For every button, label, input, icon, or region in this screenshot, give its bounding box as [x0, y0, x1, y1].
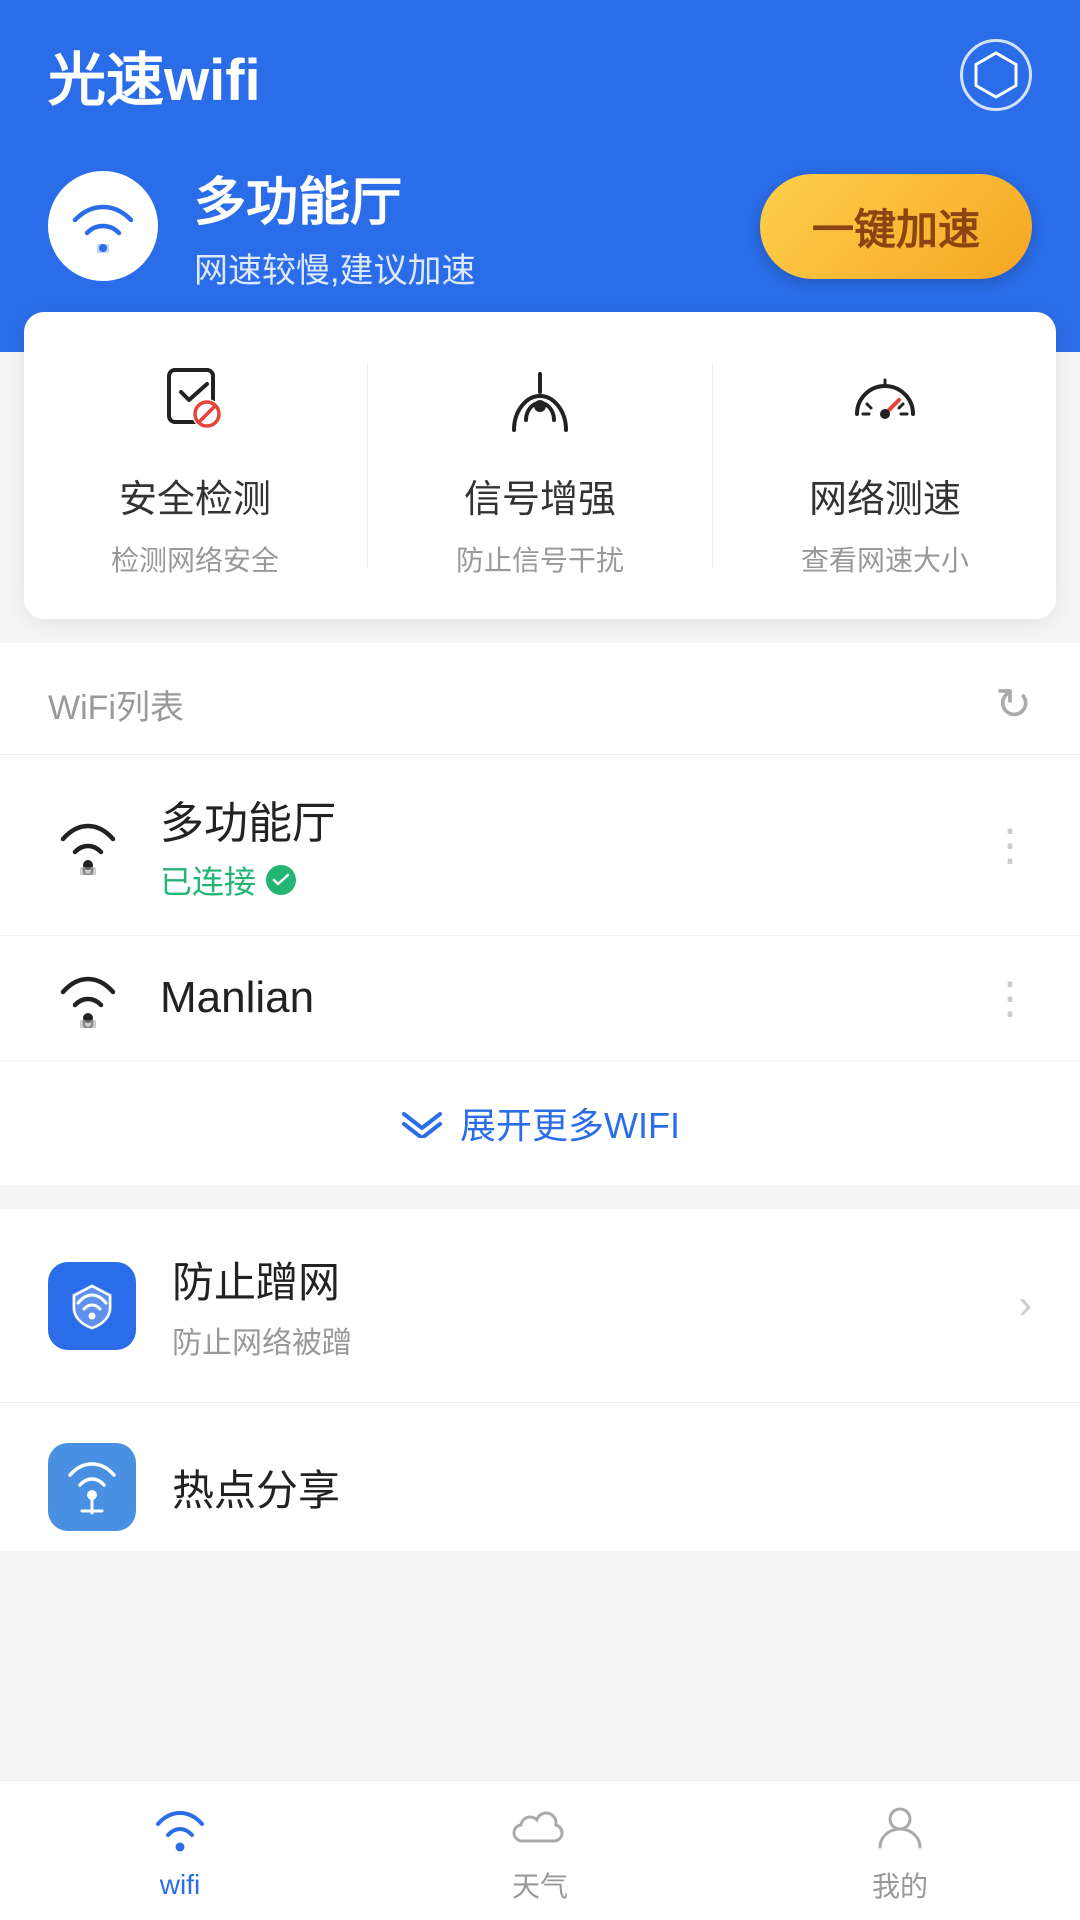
tool-security[interactable]: 安全检测 检测网络安全: [65, 352, 325, 579]
hotspot-icon: [48, 1443, 136, 1531]
nav-wifi[interactable]: wifi: [30, 1801, 330, 1901]
feature-hotspot[interactable]: 热点分享: [0, 1403, 1080, 1551]
tool-signal[interactable]: 信号增强 防止信号干扰: [410, 352, 670, 579]
wifi-item-0-more[interactable]: ⋮: [988, 820, 1032, 871]
wifi-list-header: WiFi列表 ↻: [0, 643, 1080, 754]
anti-leech-title: 防止蹭网: [172, 1249, 983, 1310]
security-label: 安全检测: [119, 468, 271, 523]
wifi-signal-icon-0: [48, 815, 128, 875]
wifi-item-1-info: Manlian: [160, 973, 956, 1023]
speedtest-icon-wrapper: [835, 352, 935, 452]
tools-card: 安全检测 检测网络安全 信号增强 防止信号干扰: [24, 312, 1056, 619]
nav-profile-icon: [870, 1797, 930, 1857]
tool-speedtest[interactable]: 网络测速 查看网速大小: [755, 352, 1015, 579]
settings-button[interactable]: [960, 39, 1032, 111]
nav-weather[interactable]: 天气: [390, 1797, 690, 1905]
anti-leech-desc: 防止网络被蹭: [172, 1318, 983, 1362]
bottom-nav: wifi 天气 我的: [0, 1780, 1080, 1920]
app-header: 光速wifi: [0, 0, 1080, 130]
hexagon-icon: [970, 49, 1022, 101]
banner-text: 多功能厅 网速较慢,建议加速: [194, 160, 475, 292]
wifi-item-1-more[interactable]: ⋮: [988, 973, 1032, 1024]
wifi-list-title: WiFi列表: [48, 680, 184, 729]
connected-label: 已连接: [160, 857, 256, 903]
signal-desc: 防止信号干扰: [456, 539, 624, 579]
wifi-signal-icon-1: [48, 968, 128, 1028]
security-icon: [155, 362, 235, 442]
nav-profile-label: 我的: [872, 1865, 928, 1905]
hotspot-title: 热点分享: [172, 1457, 1032, 1518]
anti-leech-icon: [48, 1262, 136, 1350]
features-section: 防止蹭网 防止网络被蹭 › 热点分享: [0, 1209, 1080, 1551]
speedtest-desc: 查看网速大小: [801, 539, 969, 579]
wifi-item-0-info: 多功能厅 已连接: [160, 787, 956, 903]
banner-wifi-name: 多功能厅: [194, 160, 475, 235]
boost-button[interactable]: 一键加速: [760, 174, 1032, 279]
nav-weather-label: 天气: [512, 1865, 568, 1905]
signal-icon-wrapper: [490, 352, 590, 452]
security-icon-wrapper: [145, 352, 245, 452]
expand-text: 展开更多WIFI: [36, 1097, 1044, 1149]
wifi-logo-icon: [67, 198, 139, 254]
nav-wifi-label: wifi: [160, 1869, 200, 1901]
divider-2: [712, 362, 713, 569]
connected-dot: [266, 865, 296, 895]
wifi-logo: [48, 171, 158, 281]
refresh-button[interactable]: ↻: [995, 679, 1032, 730]
app-title: 光速wifi: [48, 33, 261, 117]
expand-more-button[interactable]: 展开更多WIFI: [0, 1060, 1080, 1185]
feature-anti-leech[interactable]: 防止蹭网 防止网络被蹭 ›: [0, 1209, 1080, 1403]
anti-leech-info: 防止蹭网 防止网络被蹭: [172, 1249, 983, 1362]
nav-profile[interactable]: 我的: [750, 1797, 1050, 1905]
wifi-item-0-name: 多功能厅: [160, 787, 956, 851]
wifi-connected-status: 已连接: [160, 857, 956, 903]
banner-left: 多功能厅 网速较慢,建议加速: [48, 160, 475, 292]
wifi-list-section: WiFi列表 ↻ 多功能厅 已连接 ⋮: [0, 643, 1080, 1185]
banner-status: 网速较慢,建议加速: [194, 243, 475, 292]
nav-weather-icon: [510, 1797, 570, 1857]
wifi-item-1[interactable]: Manlian ⋮: [0, 935, 1080, 1060]
divider-1: [367, 362, 368, 569]
anti-leech-arrow: ›: [1019, 1283, 1032, 1328]
signal-icon: [500, 362, 580, 442]
security-desc: 检测网络安全: [111, 539, 279, 579]
hotspot-info: 热点分享: [172, 1457, 1032, 1518]
nav-wifi-icon: [150, 1801, 210, 1861]
wifi-item-0[interactable]: 多功能厅 已连接 ⋮: [0, 754, 1080, 935]
signal-label: 信号增强: [464, 468, 616, 523]
speedtest-label: 网络测速: [809, 468, 961, 523]
wifi-item-1-name: Manlian: [160, 973, 956, 1023]
speedtest-icon: [845, 362, 925, 442]
